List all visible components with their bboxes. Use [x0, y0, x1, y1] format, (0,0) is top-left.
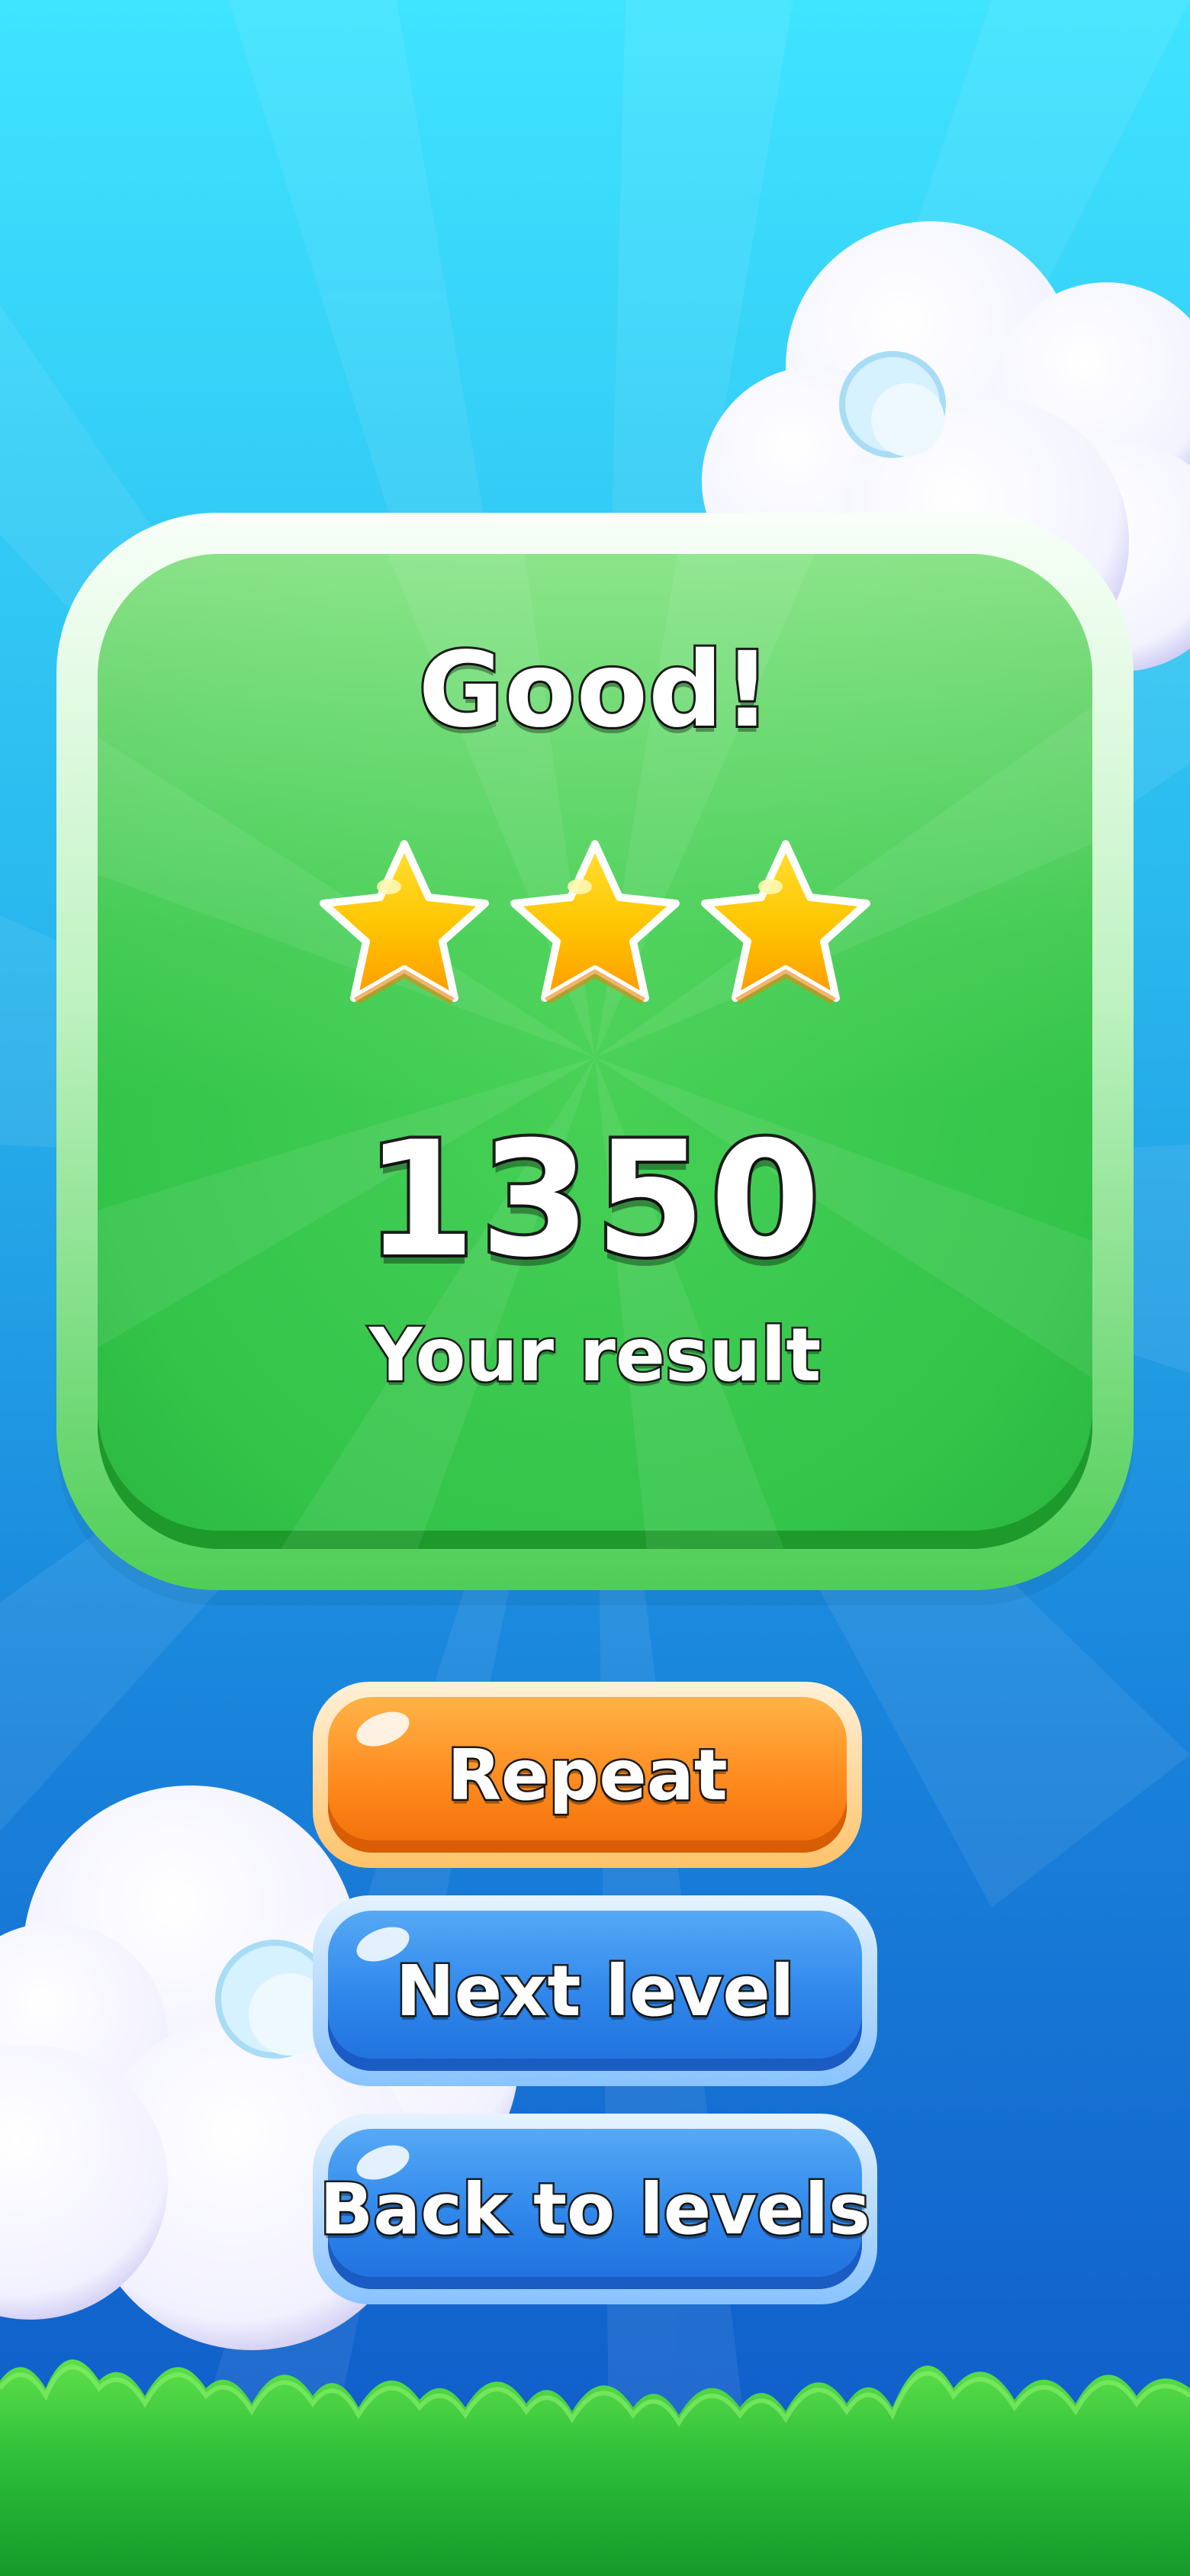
score-label: Your result — [367, 1311, 823, 1400]
repeat-button[interactable]: Repeat — [313, 1682, 862, 1868]
star-icon — [701, 840, 870, 1004]
result-title: Good! — [416, 628, 774, 753]
back-to-levels-button-label: Back to levels — [318, 2166, 873, 2252]
next-level-button-label: Next level — [394, 1948, 796, 2033]
grass-decoration — [0, 2359, 1190, 2576]
result-screen: Good! 1350 Your result Repeat Next level… — [0, 0, 1190, 2576]
score-value: 1350 — [362, 1105, 825, 1296]
back-to-levels-button[interactable]: Back to levels — [313, 2114, 877, 2304]
next-level-button[interactable]: Next level — [313, 1895, 877, 2086]
star-rating — [0, 833, 1190, 1016]
star-icon — [510, 840, 680, 1004]
star-icon — [320, 840, 489, 1004]
repeat-button-label: Repeat — [445, 1732, 730, 1818]
